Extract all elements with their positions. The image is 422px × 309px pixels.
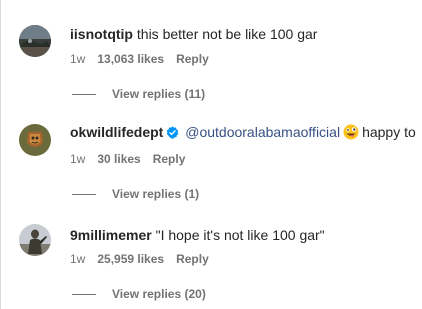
comment-text-line: iisnotqtip this better not be like 100 g… xyxy=(70,26,317,43)
mention-link[interactable]: @outdooralabamaofficial xyxy=(185,124,340,140)
comment-meta: 1w 30 likes Reply xyxy=(70,152,197,166)
likes-count[interactable]: 30 likes xyxy=(97,152,140,166)
comment-meta: 1w 25,959 likes Reply xyxy=(70,252,221,266)
view-replies-button[interactable]: View replies (1) xyxy=(72,187,199,201)
profile-photo-icon xyxy=(19,224,51,256)
comment-username[interactable]: okwildlifedept xyxy=(70,124,163,140)
zany-face-emoji-icon xyxy=(343,124,359,140)
avatar[interactable] xyxy=(19,224,51,256)
profile-photo-icon xyxy=(19,25,51,57)
view-replies-button[interactable]: View replies (20) xyxy=(72,287,206,301)
comment-body: happy to xyxy=(362,124,416,140)
comment-item: okwildlifedept @outdooralabamaofficial ha… xyxy=(1,100,422,201)
comment-body: this better not be like 100 gar xyxy=(136,26,318,42)
reply-button[interactable]: Reply xyxy=(176,52,209,66)
likes-count[interactable]: 25,959 likes xyxy=(97,252,164,266)
reply-button[interactable]: Reply xyxy=(153,152,186,166)
view-replies-divider xyxy=(72,294,96,296)
comment-item: iisnotqtip this better not be like 100 g… xyxy=(1,0,422,101)
view-replies-label: View replies (1) xyxy=(112,187,200,201)
comment-age: 1w xyxy=(70,52,86,66)
avatar[interactable] xyxy=(19,25,51,57)
view-replies-label: View replies (20) xyxy=(112,287,206,301)
view-replies-divider xyxy=(72,194,96,196)
avatar[interactable] xyxy=(19,124,51,156)
likes-count[interactable]: 13,063 likes xyxy=(97,52,164,66)
reply-button[interactable]: Reply xyxy=(176,252,209,266)
view-replies-divider xyxy=(72,94,96,96)
comment-meta: 1w 13,063 likes Reply xyxy=(70,52,221,66)
verified-badge-icon xyxy=(166,126,179,139)
comment-text-line: okwildlifedept @outdooralabamaofficial ha… xyxy=(70,124,416,141)
view-replies-button[interactable]: View replies (11) xyxy=(72,87,205,101)
comment-text-line: 9millimemer "I hope it's not like 100 ga… xyxy=(70,227,325,244)
comment-body: "I hope it's not like 100 gar" xyxy=(155,227,325,243)
wildlife-dept-logo-icon xyxy=(19,124,51,156)
comment-username[interactable]: 9millimemer xyxy=(70,227,152,243)
comment-age: 1w xyxy=(70,252,86,266)
comment-username[interactable]: iisnotqtip xyxy=(70,26,133,42)
comment-age: 1w xyxy=(70,152,86,166)
comment-item: 9millimemer "I hope it's not like 100 ga… xyxy=(1,200,422,301)
view-replies-label: View replies (11) xyxy=(112,87,206,101)
comments-panel: iisnotqtip this better not be like 100 g… xyxy=(0,0,422,309)
